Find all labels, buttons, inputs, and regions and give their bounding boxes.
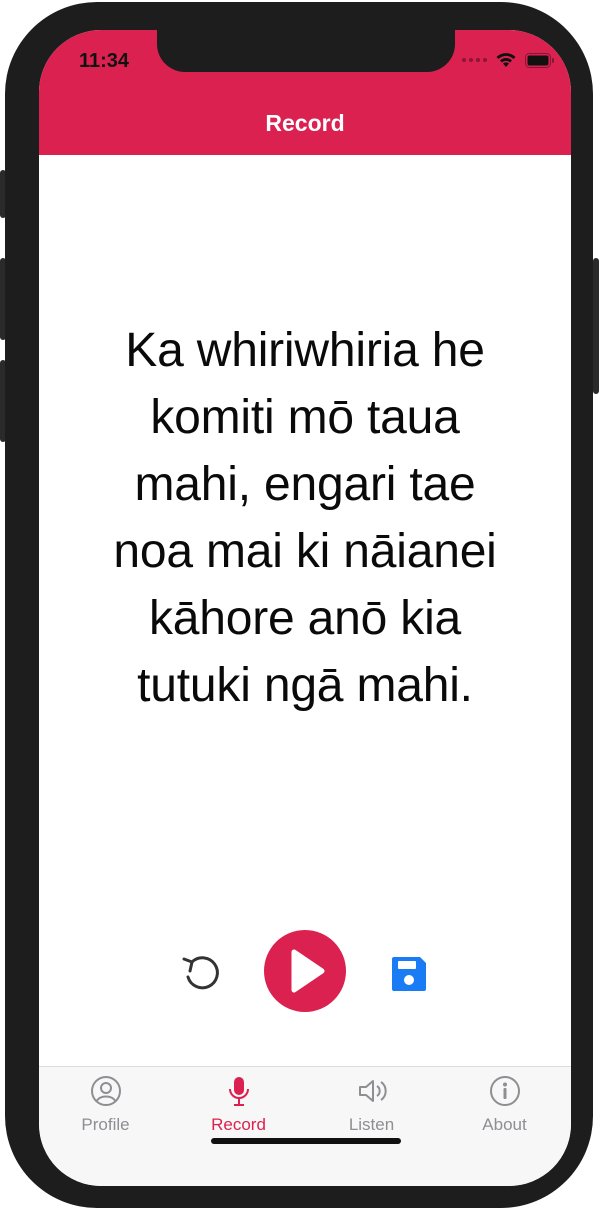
microphone-icon (228, 1077, 249, 1106)
tab-about[interactable]: About (438, 1067, 571, 1147)
speaker-icon (358, 1080, 387, 1102)
person-circle-icon (90, 1076, 121, 1106)
info-circle-icon (489, 1076, 520, 1106)
sentence-line: mahi, engari tae (134, 458, 476, 511)
power-button (593, 258, 599, 394)
undo-icon (182, 956, 219, 990)
status-time: 11:34 (79, 50, 130, 72)
play-button[interactable] (264, 930, 346, 1012)
signal-icon (462, 58, 487, 62)
save-button[interactable] (387, 952, 431, 996)
undo-button[interactable] (177, 948, 227, 998)
tab-label: Listen (348, 1115, 395, 1134)
tab-label: Record (211, 1115, 266, 1134)
page-title: Record (265, 110, 345, 136)
sentence-line: noa mai ki nāianei (113, 525, 497, 578)
play-icon (291, 949, 325, 993)
battery-icon (525, 52, 554, 68)
tab-listen[interactable]: Listen (305, 1067, 438, 1147)
tab-label: Profile (81, 1115, 130, 1134)
sentence-line: Ka whiriwhiria he (125, 324, 485, 377)
status-icons (462, 52, 555, 68)
sentence-line: kāhore anō kia (148, 592, 462, 645)
tab-bar: Profile Record Listen About (39, 1066, 571, 1186)
tab-label: About (482, 1115, 527, 1134)
navigation-header: 11:34 Record (39, 30, 571, 155)
sentence-line: komiti mō taua (150, 391, 460, 444)
screen: 11:34 Record Ka whiriwhiria he komiti mō… (39, 30, 571, 1186)
prompt-sentence: Ka whiriwhiria he komiti mō taua mahi, e… (59, 317, 551, 719)
tab-profile[interactable]: Profile (39, 1067, 172, 1147)
device-notch (157, 30, 455, 72)
wifi-icon (496, 53, 516, 67)
sentence-line: tutuki ngā mahi. (137, 659, 473, 712)
phone-frame: 11:34 Record Ka whiriwhiria he komiti mō… (5, 2, 593, 1208)
home-indicator (211, 1138, 401, 1144)
tab-record[interactable]: Record (172, 1067, 305, 1147)
floppy-disk-icon (392, 957, 426, 991)
